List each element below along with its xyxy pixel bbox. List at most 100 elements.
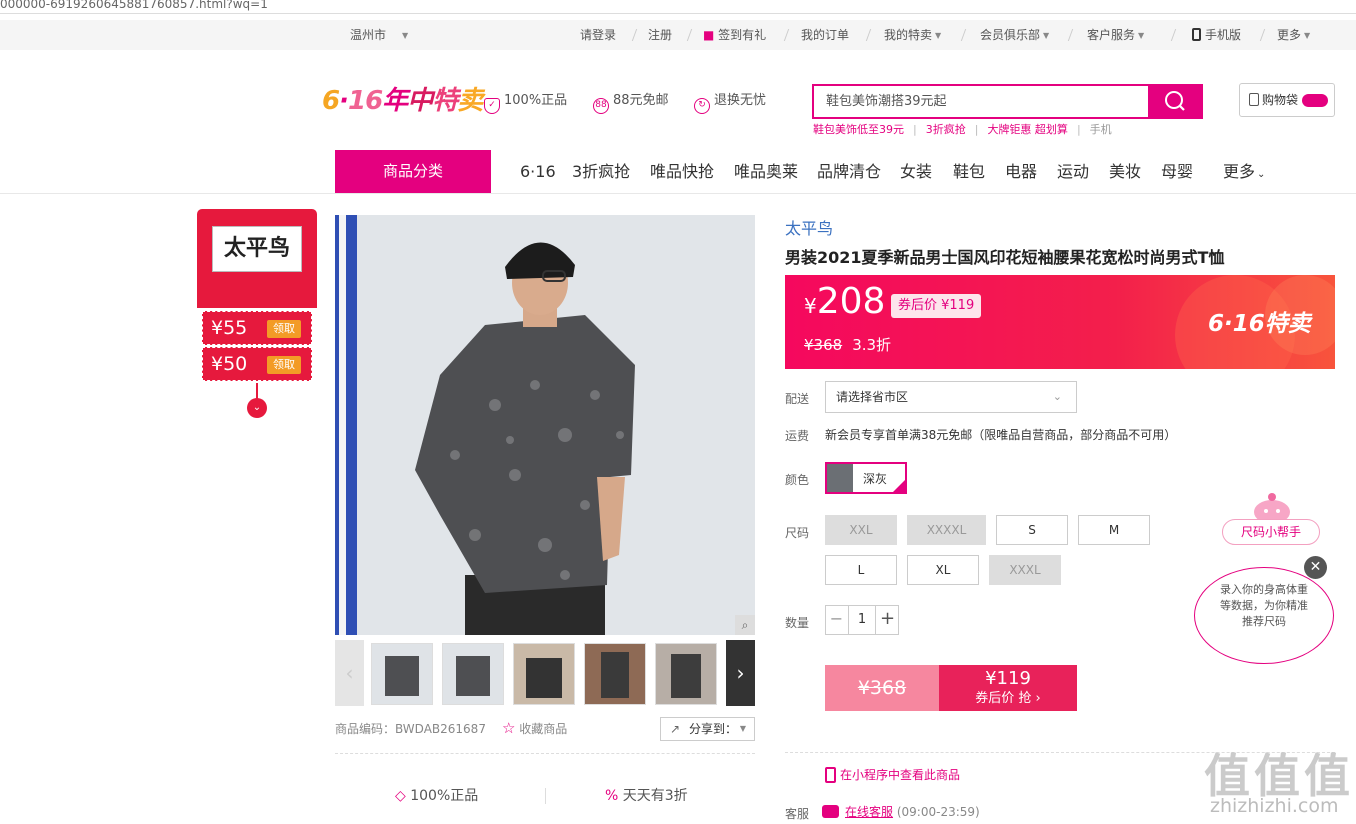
claim-button[interactable]: 领取: [267, 320, 301, 338]
my-vip-menu[interactable]: 我的特卖 ▼: [884, 20, 941, 50]
chevron-down-icon: ▼: [1138, 30, 1145, 40]
nav-item-aolai[interactable]: 唯品奥莱: [734, 150, 798, 193]
size-helper-button[interactable]: 尺码小帮手: [1222, 519, 1320, 545]
city-selector[interactable]: 温州市 ▼: [350, 20, 408, 50]
cart-button[interactable]: 购物袋: [1239, 83, 1335, 117]
shield-icon: ✓: [484, 98, 500, 114]
hot-words: 鞋包美饰低至39元 | 3折疯抢 | 大牌钜惠 超划算 | 手机: [813, 123, 1112, 136]
separator: [960, 29, 967, 41]
checkin-link[interactable]: ■ 签到有礼: [703, 20, 766, 50]
nav-divider: [0, 193, 1356, 194]
zoom-icon[interactable]: ⌕: [735, 615, 755, 635]
nav-item-bags[interactable]: 鞋包: [953, 150, 985, 193]
feature-genuine-label: 100%正品: [504, 93, 568, 108]
address-bar-fragment: 000000-6919260645881760857.html?wq=1: [0, 0, 1356, 14]
brand-link[interactable]: 太平鸟: [785, 215, 833, 239]
cs-hours: (09:00-23:59): [896, 805, 980, 819]
promo-label: 6·16特卖: [1208, 311, 1311, 337]
site-logo[interactable]: 6·16年中特卖: [322, 80, 483, 117]
brand-logo[interactable]: 太平鸟: [212, 226, 302, 272]
nav-item-3zhe[interactable]: 3折疯抢: [572, 150, 630, 193]
claim-button[interactable]: 领取: [267, 356, 301, 374]
mobile-link[interactable]: 手机版: [1192, 20, 1241, 50]
close-icon[interactable]: ✕: [1304, 556, 1327, 579]
club-label: 会员俱乐部: [980, 28, 1041, 42]
separator: [686, 29, 693, 41]
watermark-url: zhizhizhi.com: [1210, 795, 1339, 817]
guarantee-genuine-label: 100%正品: [410, 788, 479, 804]
nav-item-sports[interactable]: 运动: [1057, 150, 1089, 193]
buy-original-button[interactable]: ¥368: [825, 665, 939, 711]
expand-chevron-icon[interactable]: ⌄: [247, 398, 267, 418]
hot-word[interactable]: 手机: [1090, 123, 1112, 136]
thumbnail[interactable]: [371, 643, 433, 705]
favorite-button[interactable]: ☆ 收藏商品: [502, 719, 567, 737]
service-label: 客户服务: [1087, 28, 1136, 42]
miniprogram-label: 在小程序中查看此商品: [840, 768, 961, 782]
nav-item-baby[interactable]: 母婴: [1161, 150, 1193, 193]
nav-item-616[interactable]: 6·16: [520, 150, 556, 193]
buy-coupon-button[interactable]: ¥119 券后价 抢 ›: [939, 665, 1077, 711]
size-option-xl[interactable]: XL: [907, 555, 979, 585]
nav-item-electronics[interactable]: 电器: [1005, 150, 1037, 193]
thumb-prev-button[interactable]: ‹: [335, 640, 364, 706]
original-price: ¥368: [804, 336, 843, 354]
coupon-50[interactable]: ¥50 领取: [202, 347, 312, 381]
more-menu[interactable]: 更多 ▼: [1277, 20, 1310, 50]
nav-item-more[interactable]: 更多 ⌄: [1223, 150, 1265, 193]
size-option-m[interactable]: M: [1078, 515, 1150, 545]
separator: [1259, 29, 1266, 41]
feature-return: ↻ 退换无忧: [694, 91, 767, 114]
service-menu[interactable]: 客户服务 ▼: [1087, 20, 1144, 50]
thumbnail[interactable]: [655, 643, 717, 705]
miniprogram-link[interactable]: 在小程序中查看此商品: [825, 766, 960, 783]
coin-icon: 88: [593, 98, 609, 114]
club-menu[interactable]: 会员俱乐部 ▼: [980, 20, 1049, 50]
selected-check-icon: [893, 480, 905, 492]
shipping-text: 新会员专享首单满38元免邮（限唯品自营商品，部分商品不可用）: [825, 428, 1177, 442]
nav-more-label: 更多: [1223, 162, 1256, 181]
nav-item-kuaiqiang[interactable]: 唯品快抢: [650, 150, 714, 193]
search-input[interactable]: 鞋包美饰潮搭39元起: [812, 84, 1149, 119]
hot-word[interactable]: 鞋包美饰低至39元: [813, 123, 904, 136]
size-option-xxl[interactable]: XXL: [825, 515, 897, 545]
chat-icon: [822, 805, 839, 818]
size-option-s[interactable]: S: [996, 515, 1068, 545]
size-option-xxxl[interactable]: XXXL: [989, 555, 1061, 585]
customer-service: 在线客服 (09:00-23:59): [822, 803, 980, 820]
color-thumbnail: [827, 464, 853, 492]
login-link[interactable]: 请登录: [580, 20, 616, 50]
coupon-55[interactable]: ¥55 领取: [202, 311, 312, 345]
shipping-label: 运费: [785, 429, 810, 443]
orders-link[interactable]: 我的订单: [801, 20, 849, 50]
city-label: 温州市: [350, 28, 387, 42]
quantity-decrement-button[interactable]: −: [825, 605, 849, 635]
quantity-input[interactable]: 1: [849, 605, 875, 635]
region-select[interactable]: 请选择省市区 ⌄: [825, 381, 1077, 413]
register-link[interactable]: 注册: [648, 20, 672, 50]
thumbnail[interactable]: [442, 643, 504, 705]
phone-icon: [825, 767, 836, 783]
nav-item-women[interactable]: 女装: [900, 150, 932, 193]
size-option-xxxxl[interactable]: XXXXL: [907, 515, 986, 545]
share-dropdown[interactable]: ↗ 分享到： ▼: [660, 717, 755, 741]
feature-return-label: 退换无忧: [714, 93, 767, 108]
product-main-image[interactable]: [335, 215, 755, 635]
discount-rate: 3.3折: [852, 336, 892, 354]
quantity-increment-button[interactable]: +: [875, 605, 899, 635]
separator: [545, 788, 546, 804]
nav-item-clearance[interactable]: 品牌清仓: [817, 150, 881, 193]
size-option-l[interactable]: L: [825, 555, 897, 585]
cs-link[interactable]: 在线客服: [845, 805, 893, 819]
thumbnail[interactable]: [513, 643, 575, 705]
search-button[interactable]: [1148, 84, 1203, 119]
category-button[interactable]: 商品分类: [335, 150, 491, 193]
current-price: ¥208: [804, 281, 885, 322]
nav-item-beauty[interactable]: 美妆: [1109, 150, 1141, 193]
hot-word[interactable]: 大牌钜惠 超划算: [987, 123, 1068, 136]
divider: [335, 753, 755, 754]
separator: [1170, 29, 1177, 41]
thumb-next-button[interactable]: ›: [726, 640, 755, 706]
hot-word[interactable]: 3折疯抢: [926, 123, 966, 136]
thumbnail[interactable]: [584, 643, 646, 705]
